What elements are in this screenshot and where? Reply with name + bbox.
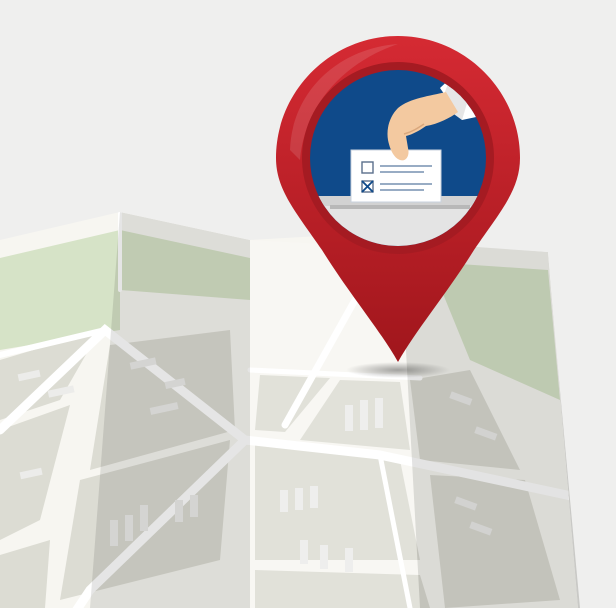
pin-shadow — [346, 362, 450, 378]
ballot-paper — [350, 149, 442, 203]
ballot-box-slot — [330, 205, 470, 209]
folded-map — [0, 212, 580, 608]
map-illustration — [0, 36, 580, 608]
